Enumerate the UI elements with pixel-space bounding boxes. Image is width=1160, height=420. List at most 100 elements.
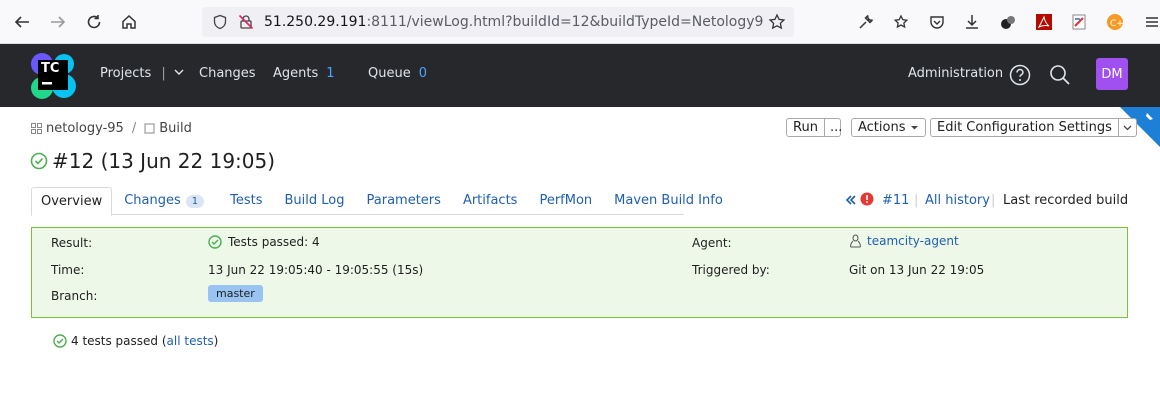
triggered-value: Git on 13 Jun 22 19:05 bbox=[849, 263, 985, 277]
back-icon[interactable] bbox=[10, 10, 34, 34]
previous-build-label: #11 bbox=[882, 193, 910, 208]
build-config-icon bbox=[144, 123, 155, 134]
nav-agents-label: Agents bbox=[273, 66, 319, 81]
favorites-icon[interactable] bbox=[891, 12, 911, 32]
nav-projects[interactable]: Projects | bbox=[100, 66, 184, 81]
failed-status-icon bbox=[860, 192, 874, 210]
tab-perfmon[interactable]: PerfMon bbox=[539, 187, 592, 214]
nav-administration-label: Administration bbox=[908, 66, 1004, 81]
edit-dropdown-toggle[interactable] bbox=[1117, 119, 1136, 136]
wrench-icon[interactable] bbox=[856, 12, 876, 32]
tab-artifacts[interactable]: Artifacts bbox=[463, 187, 518, 214]
tab-parameters-label: Parameters bbox=[366, 193, 441, 208]
build-summary-panel: Result: Tests passed: 4 Time: 13 Jun 22 … bbox=[31, 227, 1128, 318]
nav-changes-label: Changes bbox=[199, 66, 256, 81]
bookmark-star-icon[interactable] bbox=[768, 13, 786, 35]
page-title: #12 (13 Jun 22 19:05) bbox=[30, 149, 275, 173]
run-options-button[interactable]: ... bbox=[825, 120, 847, 135]
breadcrumb-separator: / bbox=[131, 121, 137, 136]
nav-queue-label: Queue bbox=[368, 66, 411, 81]
tab-parameters[interactable]: Parameters bbox=[367, 187, 441, 214]
forward-icon[interactable] bbox=[46, 10, 70, 34]
last-recorded-build: Last recorded build bbox=[1003, 193, 1128, 208]
tab-overview[interactable]: Overview bbox=[31, 187, 113, 216]
url-host: 51.250.29.191 bbox=[264, 14, 367, 30]
search-icon[interactable] bbox=[1049, 64, 1071, 90]
agents-count: 1 bbox=[326, 66, 335, 81]
branch-badge[interactable]: master bbox=[208, 285, 263, 302]
shield-icon[interactable] bbox=[212, 14, 228, 34]
history-divider: | bbox=[914, 193, 919, 208]
tests-summary: 4 tests passed (all tests) bbox=[53, 334, 218, 348]
time-value: 13 Jun 22 19:05:40 - 19:05:55 (15s) bbox=[208, 263, 424, 277]
nav-queue[interactable]: Queue 0 bbox=[368, 66, 427, 81]
colorful-extension-icon[interactable]: C+ bbox=[1105, 12, 1125, 32]
help-icon[interactable] bbox=[1009, 64, 1031, 90]
avatar-initials: DM bbox=[1101, 66, 1123, 82]
chevron-down-icon[interactable] bbox=[174, 67, 184, 77]
changes-count-badge: 1 bbox=[185, 195, 205, 208]
url-path: :8111/viewLog.html?buildId=12&buildTypeI… bbox=[366, 14, 764, 30]
edit-configuration-label: Edit Configuration Settings bbox=[937, 120, 1112, 135]
tab-maven-build-info-label: Maven Build Info bbox=[614, 193, 723, 208]
chevron-down-icon bbox=[1123, 125, 1132, 131]
tab-perfmon-label: PerfMon bbox=[539, 193, 593, 208]
teamcity-header: TC Projects | Changes Agents 1 Queue 0 Adm… bbox=[0, 44, 1160, 107]
build-title: #12 (13 Jun 22 19:05) bbox=[52, 149, 276, 173]
all-history-link[interactable]: All history bbox=[925, 193, 990, 208]
tab-changes[interactable]: Changes 1 bbox=[124, 187, 205, 214]
pdf-extension-icon[interactable] bbox=[1034, 12, 1054, 32]
teamcity-logo[interactable]: TC bbox=[28, 52, 76, 100]
success-check-icon bbox=[53, 334, 67, 348]
build-tabs: Overview Changes 1 Tests Build Log Parame… bbox=[31, 187, 723, 216]
breadcrumb-project[interactable]: netology-95 bbox=[46, 121, 124, 136]
address-bar[interactable]: 51.250.29.191:8111/viewLog.html?buildId=… bbox=[202, 7, 794, 37]
tab-build-log[interactable]: Build Log bbox=[285, 187, 345, 214]
home-icon[interactable] bbox=[117, 10, 141, 34]
linux-icon bbox=[850, 234, 861, 248]
success-check-icon bbox=[208, 235, 222, 249]
menu-icon[interactable] bbox=[1142, 12, 1160, 32]
branch-label: Branch: bbox=[51, 289, 98, 303]
result-value: Tests passed: 4 bbox=[208, 235, 320, 249]
avatar[interactable]: DM bbox=[1096, 58, 1128, 90]
nav-administration[interactable]: Administration bbox=[908, 66, 1003, 81]
tab-maven-build-info[interactable]: Maven Build Info bbox=[614, 187, 723, 214]
browser-toolbar: 51.250.29.191:8111/viewLog.html?buildId=… bbox=[0, 0, 1160, 44]
all-history-label: All history bbox=[925, 193, 990, 208]
reload-icon[interactable] bbox=[82, 10, 106, 34]
tab-artifacts-label: Artifacts bbox=[462, 193, 518, 208]
last-recorded-label: Last recorded build bbox=[1003, 193, 1129, 208]
time-label: Time: bbox=[51, 263, 85, 277]
download-icon[interactable] bbox=[962, 12, 982, 32]
url-text[interactable]: 51.250.29.191:8111/viewLog.html?buildId=… bbox=[264, 14, 764, 30]
tab-tests[interactable]: Tests bbox=[230, 187, 262, 214]
project-grid-icon bbox=[31, 123, 42, 134]
triggered-label: Triggered by: bbox=[692, 263, 770, 277]
nav-projects-label: Projects bbox=[100, 66, 152, 81]
result-label: Result: bbox=[51, 236, 93, 250]
all-tests-link[interactable]: all tests bbox=[167, 334, 214, 348]
agent-link[interactable]: teamcity-agent bbox=[849, 234, 959, 248]
tab-overview-label: Overview bbox=[41, 194, 103, 209]
history-divider: | bbox=[991, 193, 996, 208]
breadcrumb: netology-95 / Build bbox=[31, 121, 192, 136]
actions-dropdown[interactable]: Actions bbox=[851, 118, 926, 137]
nav-changes[interactable]: Changes bbox=[199, 66, 256, 81]
insecure-lock-icon[interactable] bbox=[238, 14, 254, 34]
breadcrumb-build-config[interactable]: Build bbox=[159, 121, 192, 136]
edit-configuration-button[interactable]: Edit Configuration Settings bbox=[930, 118, 1137, 137]
agent-value: teamcity-agent bbox=[867, 234, 959, 248]
extension-balls-icon[interactable] bbox=[998, 12, 1018, 32]
tests-summary-text: 4 tests passed ( bbox=[71, 334, 167, 348]
logo-text: TC bbox=[41, 61, 60, 76]
pocket-icon[interactable] bbox=[927, 12, 947, 32]
document-extension-icon[interactable] bbox=[1069, 12, 1089, 32]
previous-build-link[interactable]: #11 bbox=[882, 193, 909, 208]
agent-label: Agent: bbox=[692, 236, 732, 250]
previous-builds-icon[interactable] bbox=[845, 194, 857, 210]
run-button[interactable]: Run bbox=[787, 119, 825, 136]
chevron-down-icon bbox=[910, 126, 918, 130]
tab-tests-label: Tests bbox=[230, 193, 263, 208]
nav-agents[interactable]: Agents 1 bbox=[273, 66, 335, 81]
